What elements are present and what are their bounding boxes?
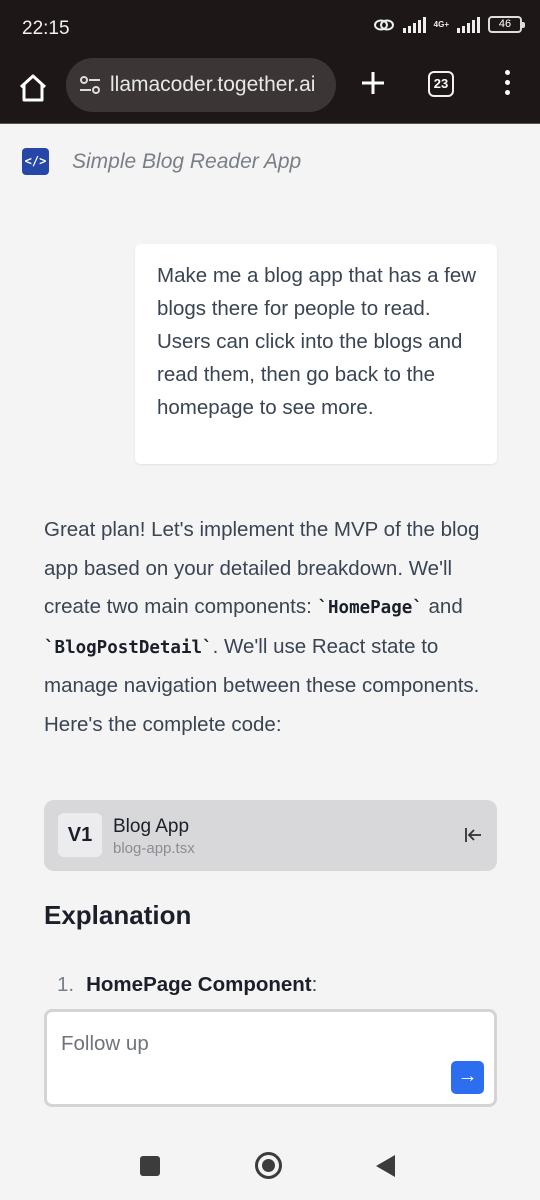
- system-nav-bar: [0, 1138, 540, 1200]
- open-panel-icon[interactable]: [463, 826, 483, 844]
- status-icons: 4G+ 46: [373, 16, 525, 33]
- recents-icon[interactable]: [140, 1156, 160, 1176]
- tab-switcher-button[interactable]: 23: [428, 71, 454, 97]
- list-item-suffix: :: [311, 973, 318, 996]
- network-type: 4G+: [433, 19, 449, 29]
- code-homepage: `HomePage`: [317, 598, 423, 618]
- user-message: Make me a blog app that has a few blogs …: [135, 244, 497, 464]
- signal-icon-2: [457, 16, 480, 33]
- code-blogpostdetail: `BlogPostDetail`: [44, 637, 213, 658]
- link-icon: [373, 19, 394, 30]
- list-item: 1. HomePage Component:: [57, 973, 317, 997]
- browser-toolbar: llamacoder.together.ai 23: [0, 56, 540, 124]
- back-icon[interactable]: [376, 1155, 395, 1177]
- answer-text-and: and: [422, 595, 463, 618]
- followup-input[interactable]: [61, 1032, 441, 1056]
- artifact-filename: blog-app.tsx: [113, 840, 195, 857]
- artifact-card[interactable]: V1 Blog App blog-app.tsx: [44, 800, 497, 871]
- battery-icon: 46: [488, 16, 525, 33]
- status-time: 22:15: [22, 18, 70, 39]
- followup-box: →: [44, 1009, 497, 1107]
- status-bar: 22:15 4G+ 46: [0, 0, 540, 56]
- site-settings-icon[interactable]: [78, 74, 102, 96]
- assistant-message: Great plan! Let's implement the MVP of t…: [44, 511, 504, 744]
- user-message-text: Make me a blog app that has a few blogs …: [157, 264, 477, 419]
- send-button[interactable]: →: [451, 1061, 484, 1094]
- signal-icon: [402, 16, 426, 33]
- overflow-menu-icon[interactable]: [502, 70, 512, 98]
- artifact-name: Blog App: [113, 816, 190, 837]
- explanation-heading: Explanation: [44, 900, 192, 930]
- page-title: Simple Blog Reader App: [72, 149, 302, 173]
- url-text: llamacoder.together.ai: [110, 73, 316, 96]
- home-icon[interactable]: [16, 71, 50, 105]
- new-tab-icon[interactable]: [358, 68, 388, 98]
- home-circle-icon[interactable]: [255, 1152, 282, 1179]
- code-icon: </>: [22, 148, 49, 175]
- app-header: </> Simple Blog Reader App: [22, 148, 301, 175]
- list-item-title: HomePage Component: [86, 973, 312, 996]
- list-number: 1.: [57, 973, 75, 996]
- artifact-version-badge: V1: [58, 813, 102, 857]
- address-bar[interactable]: llamacoder.together.ai: [66, 58, 336, 112]
- arrow-right-icon: →: [457, 1065, 478, 1087]
